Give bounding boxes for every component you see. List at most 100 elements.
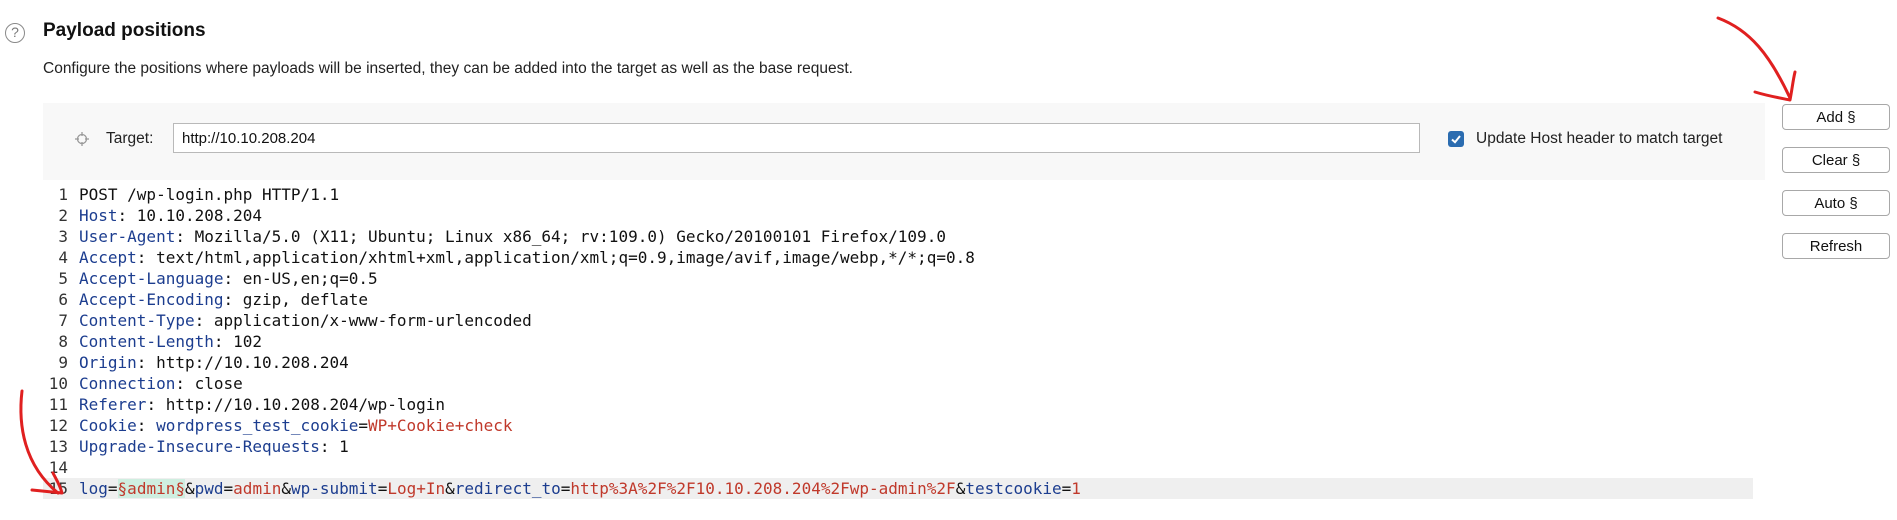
section-title: Payload positions: [43, 20, 206, 41]
line-text: Accept: text/html,application/xhtml+xml,…: [79, 247, 975, 268]
refresh-button[interactable]: Refresh: [1782, 233, 1890, 259]
add-payload-marker-button[interactable]: Add §: [1782, 104, 1890, 130]
code-token: :: [175, 227, 195, 246]
code-line[interactable]: 8 Content-Length: 102: [43, 331, 1753, 352]
code-token: :: [319, 437, 340, 456]
header-name: User-Agent: [79, 227, 176, 246]
param-name: pwd: [194, 479, 224, 498]
code-line[interactable]: 11 Referer: http://10.10.208.204/wp-login: [43, 394, 1753, 415]
header-value: close: [194, 374, 243, 393]
line-text: Content-Type: application/x-www-form-url…: [79, 310, 532, 331]
header-value: 10.10.208.204: [136, 206, 263, 225]
header-value: http://10.10.208.204: [156, 353, 349, 372]
code-token: :: [223, 269, 243, 288]
line-number: 15: [48, 479, 68, 498]
line-text: Referer: http://10.10.208.204/wp-login: [79, 394, 445, 415]
code-token: =: [223, 479, 234, 498]
header-value: 102: [233, 332, 263, 351]
param-name: log: [79, 479, 108, 498]
header-name: Accept-Language: [79, 269, 224, 288]
code-token: :: [117, 206, 137, 225]
header-value: Mozilla/5.0 (X11; Ubuntu; Linux x86_64; …: [194, 227, 946, 246]
header-value: application/x-www-form-urlencoded: [213, 311, 532, 330]
payload-marker: §admin§: [117, 479, 185, 498]
code-token: :: [213, 332, 234, 351]
line-text: Upgrade-Insecure-Requests: 1: [79, 436, 349, 457]
clear-payload-markers-button[interactable]: Clear §: [1782, 147, 1890, 173]
line-number: 13: [48, 437, 68, 456]
code-line[interactable]: 12 Cookie: wordpress_test_cookie=WP+Cooki…: [43, 415, 1753, 436]
auto-payload-markers-button[interactable]: Auto §: [1782, 190, 1890, 216]
param-value: http%3A%2F%2F10.10.208.204%2Fwp-admin%2F: [570, 479, 956, 498]
header-name: Content-Length: [79, 332, 214, 351]
header-name: Cookie: [79, 416, 137, 435]
line-number: 10: [48, 374, 68, 393]
code-token: :: [136, 353, 157, 372]
code-line[interactable]: 14: [43, 457, 1753, 478]
code-line[interactable]: 15 log=§admin§&pwd=admin&wp-submit=Log+In…: [43, 478, 1753, 499]
header-name: Upgrade-Insecure-Requests: [79, 437, 320, 456]
param-name: testcookie: [965, 479, 1062, 498]
code-token: =: [1061, 479, 1072, 498]
code-token: POST /wp-login.php HTTP/1.1: [79, 185, 340, 204]
code-token: &: [445, 479, 455, 498]
code-token: =: [107, 479, 118, 498]
param-name: wp-submit: [290, 479, 378, 498]
code-line[interactable]: 9 Origin: http://10.10.208.204: [43, 352, 1753, 373]
crosshair-icon: [75, 132, 89, 146]
header-name: Accept: [79, 248, 137, 267]
code-line[interactable]: 3 User-Agent: Mozilla/5.0 (X11; Ubuntu; L…: [43, 226, 1753, 247]
target-row: Target: Update Host header to match targ…: [43, 103, 1765, 175]
annotation-arrow-icon: [1716, 16, 1797, 102]
line-text: Cookie: wordpress_test_cookie=WP+Cookie+…: [79, 415, 513, 436]
code-token: :: [223, 290, 243, 309]
cookie-name: wordpress_test_cookie: [156, 416, 359, 435]
line-text: Connection: close: [79, 373, 243, 394]
line-text: Host: 10.10.208.204: [79, 205, 262, 226]
param-value: Log+In: [387, 479, 446, 498]
update-host-checkbox[interactable]: [1448, 131, 1464, 147]
code-token: =: [560, 479, 571, 498]
code-token: :: [136, 416, 157, 435]
code-token: :: [175, 374, 195, 393]
target-label: Target:: [106, 130, 154, 147]
line-number: 9: [58, 353, 68, 372]
update-host-label[interactable]: Update Host header to match target: [1476, 130, 1722, 148]
help-icon[interactable]: ?: [5, 23, 25, 43]
checkmark-icon: [1451, 135, 1461, 144]
code-token: &: [184, 479, 195, 498]
header-value: text/html,application/xhtml+xml,applicat…: [156, 248, 975, 267]
line-number: 14: [48, 458, 68, 477]
header-name: Connection: [79, 374, 176, 393]
line-number: 6: [58, 290, 68, 309]
header-name: Host: [79, 206, 118, 225]
line-number: 1: [58, 185, 68, 204]
param-value: admin: [233, 479, 282, 498]
header-value: en-US,en;q=0.5: [242, 269, 378, 288]
payload-positions-panel: Target: Update Host header to match targ…: [43, 103, 1765, 520]
target-input[interactable]: [173, 123, 1420, 153]
line-number: 4: [58, 248, 68, 267]
code-line[interactable]: 1 POST /wp-login.php HTTP/1.1: [43, 184, 1753, 205]
code-token: :: [146, 395, 166, 414]
code-line[interactable]: 5 Accept-Language: en-US,en;q=0.5: [43, 268, 1753, 289]
code-line[interactable]: 4 Accept: text/html,application/xhtml+xml…: [43, 247, 1753, 268]
line-text: Accept-Language: en-US,en;q=0.5: [79, 268, 378, 289]
line-text: Accept-Encoding: gzip, deflate: [79, 289, 368, 310]
section-description: Configure the positions where payloads w…: [43, 60, 853, 77]
code-line[interactable]: 10 Connection: close: [43, 373, 1753, 394]
line-text: log=§admin§&pwd=admin&wp-submit=Log+In&r…: [79, 478, 1081, 499]
code-line[interactable]: 13 Upgrade-Insecure-Requests: 1: [43, 436, 1753, 457]
line-text: POST /wp-login.php HTTP/1.1: [79, 184, 339, 205]
request-editor[interactable]: 1 POST /wp-login.php HTTP/1.1 2 Host: 10.10…: [43, 180, 1765, 520]
line-text: User-Agent: Mozilla/5.0 (X11; Ubuntu; Li…: [79, 226, 946, 247]
line-text: Origin: http://10.10.208.204: [79, 352, 349, 373]
cookie-value: WP+Cookie+check: [368, 416, 513, 435]
code-line[interactable]: 2 Host: 10.10.208.204: [43, 205, 1753, 226]
header-value: gzip, deflate: [242, 290, 368, 309]
line-number: 11: [48, 395, 68, 414]
code-token: &: [281, 479, 291, 498]
header-value: http://10.10.208.204/wp-login: [165, 395, 446, 414]
code-line[interactable]: 7 Content-Type: application/x-www-form-ur…: [43, 310, 1753, 331]
code-line[interactable]: 6 Accept-Encoding: gzip, deflate: [43, 289, 1753, 310]
